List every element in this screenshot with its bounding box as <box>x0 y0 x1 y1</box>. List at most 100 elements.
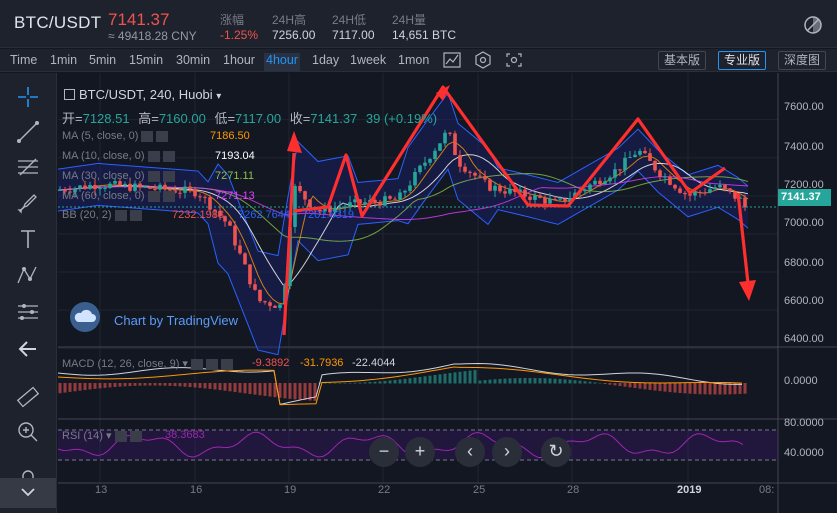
macd-hist-value: -9.3892 <box>252 357 290 369</box>
candle-body <box>443 132 447 144</box>
macd-histogram-bar <box>248 383 252 394</box>
macd-histogram-bar <box>203 383 207 389</box>
ma30-label[interactable]: MA (30, close, 0) <box>62 170 175 182</box>
candle-body <box>618 169 622 171</box>
ma10-label[interactable]: MA (10, close, 0) <box>62 150 175 162</box>
macd-histogram-bar <box>623 383 627 387</box>
depth-chart-button[interactable]: 深度图 <box>778 51 827 70</box>
timeframe-1mon[interactable]: 1mon <box>396 53 431 71</box>
macd-histogram-bar <box>393 379 397 384</box>
measure-icon[interactable] <box>14 298 42 326</box>
macd-histogram-bar <box>588 381 592 384</box>
rsi-label[interactable]: RSI (14) ▾ <box>62 429 142 442</box>
macd-histogram-bar <box>358 382 362 384</box>
version-basic-button[interactable]: 基本版 <box>658 51 707 70</box>
macd-histogram-bar <box>188 383 192 388</box>
price-axis-label: 7400.00 <box>784 141 824 153</box>
zoom-in-icon[interactable] <box>14 418 42 446</box>
macd-histogram-bar <box>233 383 237 392</box>
macd-histogram-bar <box>193 383 197 388</box>
version-pro-button[interactable]: 专业版 <box>718 51 767 70</box>
candle-body <box>493 185 497 191</box>
macd-histogram-bar <box>68 383 72 392</box>
reset-chart-button[interactable]: ↻ <box>541 437 571 467</box>
scroll-left-button[interactable]: ‹ <box>455 437 485 467</box>
text-icon[interactable] <box>14 225 42 253</box>
back-arrow-icon[interactable] <box>14 335 42 363</box>
zoom-out-button[interactable]: − <box>369 437 399 467</box>
candle-body <box>703 192 707 194</box>
timeframe-1min[interactable]: 1min <box>48 53 79 71</box>
candle-body <box>93 184 97 190</box>
macd-histogram-bar <box>723 383 727 395</box>
ma5-label[interactable]: MA (5, close, 0) <box>62 130 169 142</box>
ma60-label[interactable]: MA (60, close, 0) <box>62 190 175 202</box>
candle-body <box>558 198 562 200</box>
timeframe-time[interactable]: Time <box>8 53 39 71</box>
macd-histogram-bar <box>428 375 432 384</box>
macd-histogram-bar <box>158 383 162 386</box>
open-label: 开= <box>62 111 83 126</box>
candle-body <box>648 153 652 161</box>
candle-body <box>428 159 432 163</box>
fib-icon[interactable] <box>14 153 42 181</box>
zoom-in-button[interactable]: + <box>405 437 435 467</box>
macd-histogram-bar <box>468 370 472 384</box>
candle-body <box>203 196 207 198</box>
timeframe-1day[interactable]: 1day <box>310 53 341 71</box>
timeframe-1week[interactable]: 1week <box>348 53 388 71</box>
candle-body <box>418 165 422 172</box>
macd-histogram-bar <box>653 383 657 391</box>
price-axis-label: 6800.00 <box>784 257 824 269</box>
stat-value-low: 7117.00 <box>332 28 375 42</box>
macd-histogram-bar <box>343 382 347 384</box>
timeframe-5min[interactable]: 5min <box>87 53 118 71</box>
timeframe-30min[interactable]: 30min <box>174 53 212 71</box>
macd-histogram-bar <box>683 383 687 394</box>
ruler-icon[interactable] <box>14 383 42 411</box>
symbol-title[interactable]: BTC/USDT, 240, Huobi <box>79 87 213 102</box>
macd-histogram-bar <box>448 373 452 384</box>
candle-body <box>713 187 717 190</box>
candle-body <box>123 183 127 186</box>
candle-body <box>198 196 202 198</box>
candle-body <box>413 171 417 186</box>
timeframe-15min[interactable]: 15min <box>127 53 165 71</box>
scroll-right-button[interactable]: › <box>492 437 522 467</box>
timeframe-1hour[interactable]: 1hour <box>221 53 257 71</box>
indicator-chart-icon[interactable] <box>442 51 462 69</box>
macd-histogram-bar <box>433 374 437 384</box>
macd-histogram-bar <box>408 378 412 384</box>
crosshair-icon[interactable] <box>14 83 42 111</box>
macd-label[interactable]: MACD (12, 26, close, 9) ▾ <box>62 357 233 370</box>
candle-body <box>563 198 567 202</box>
brush-icon[interactable] <box>14 188 42 216</box>
chevron-down-icon <box>21 488 35 497</box>
screenshot-icon[interactable] <box>504 51 524 69</box>
candle-body <box>438 143 442 151</box>
macd-histogram-bar <box>293 383 297 400</box>
candle-body <box>363 202 367 204</box>
caret-icon[interactable]: ▾ <box>216 91 221 102</box>
collapse-legend-icon[interactable] <box>64 89 75 100</box>
price-axis-label: 6600.00 <box>784 295 824 307</box>
settings-hex-icon[interactable] <box>473 51 493 69</box>
pair-name[interactable]: BTC/USDT <box>14 13 101 33</box>
macd-histogram-bar <box>253 383 257 395</box>
pattern-icon[interactable] <box>14 261 42 289</box>
theme-toggle-icon[interactable] <box>803 15 823 35</box>
macd-histogram-bar <box>328 382 332 384</box>
collapse-tools-button[interactable] <box>0 478 56 508</box>
price-chart[interactable] <box>58 73 837 513</box>
macd-histogram-bar <box>313 383 317 401</box>
candle-body <box>473 172 477 176</box>
candle-body <box>298 186 302 192</box>
timeframe-4hour[interactable]: 4hour <box>264 53 300 71</box>
bb-label[interactable]: BB (20, 2) <box>62 209 142 221</box>
macd-histogram-bar <box>718 383 722 395</box>
candle-body <box>718 184 722 188</box>
candle-body <box>243 253 247 265</box>
candle-body <box>503 191 507 194</box>
trendline-icon[interactable] <box>14 118 42 146</box>
macd-histogram-bar <box>138 383 142 386</box>
